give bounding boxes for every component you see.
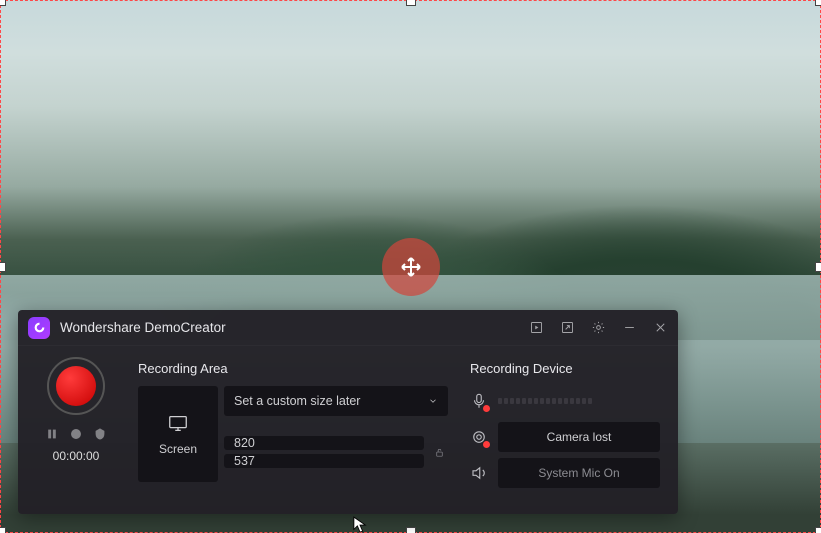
popout-icon[interactable] — [560, 320, 575, 335]
screen-source-tile[interactable]: Screen — [138, 386, 218, 482]
camera-value: Camera lost — [547, 430, 612, 444]
camera-icon[interactable] — [470, 428, 488, 446]
record-dot-icon — [56, 366, 96, 406]
camera-select[interactable]: Camera lost — [498, 422, 660, 452]
area-title: Recording Area — [138, 361, 448, 376]
close-button[interactable] — [653, 320, 668, 335]
system-audio-select[interactable]: System Mic On — [498, 458, 660, 488]
recorder-panel: Wondershare DemoCreator — [18, 310, 678, 514]
move-icon — [399, 255, 423, 279]
size-mode-select[interactable]: Set a custom size later — [224, 386, 448, 416]
lock-open-icon — [434, 447, 445, 458]
app-logo — [28, 317, 50, 339]
move-region-handle[interactable] — [382, 238, 440, 296]
settings-icon[interactable] — [591, 320, 606, 335]
record-timer: 00:00:00 — [53, 449, 100, 463]
capture-window-icon[interactable] — [529, 320, 544, 335]
width-input[interactable] — [234, 436, 414, 450]
mic-icon[interactable] — [470, 392, 488, 410]
record-button[interactable] — [47, 357, 105, 415]
monitor-icon — [167, 412, 189, 434]
speaker-icon[interactable] — [470, 464, 488, 482]
height-input[interactable] — [234, 454, 414, 468]
mic-level-meter — [498, 398, 660, 404]
status-dot-icon — [483, 405, 490, 412]
status-dot-icon — [483, 441, 490, 448]
screen-label: Screen — [159, 442, 197, 456]
aspect-lock[interactable] — [430, 420, 448, 484]
width-field[interactable] — [224, 436, 424, 450]
pause-button[interactable] — [45, 427, 59, 441]
size-mode-value: Set a custom size later — [234, 394, 360, 408]
app-title: Wondershare DemoCreator — [60, 320, 529, 335]
system-audio-value: System Mic On — [538, 466, 619, 480]
device-title: Recording Device — [470, 361, 660, 376]
chevron-down-icon — [428, 396, 438, 406]
restart-button[interactable] — [69, 427, 83, 441]
minimize-button[interactable] — [622, 320, 637, 335]
titlebar[interactable]: Wondershare DemoCreator — [18, 310, 678, 346]
marker-button[interactable] — [93, 427, 107, 441]
height-field[interactable] — [224, 454, 424, 468]
